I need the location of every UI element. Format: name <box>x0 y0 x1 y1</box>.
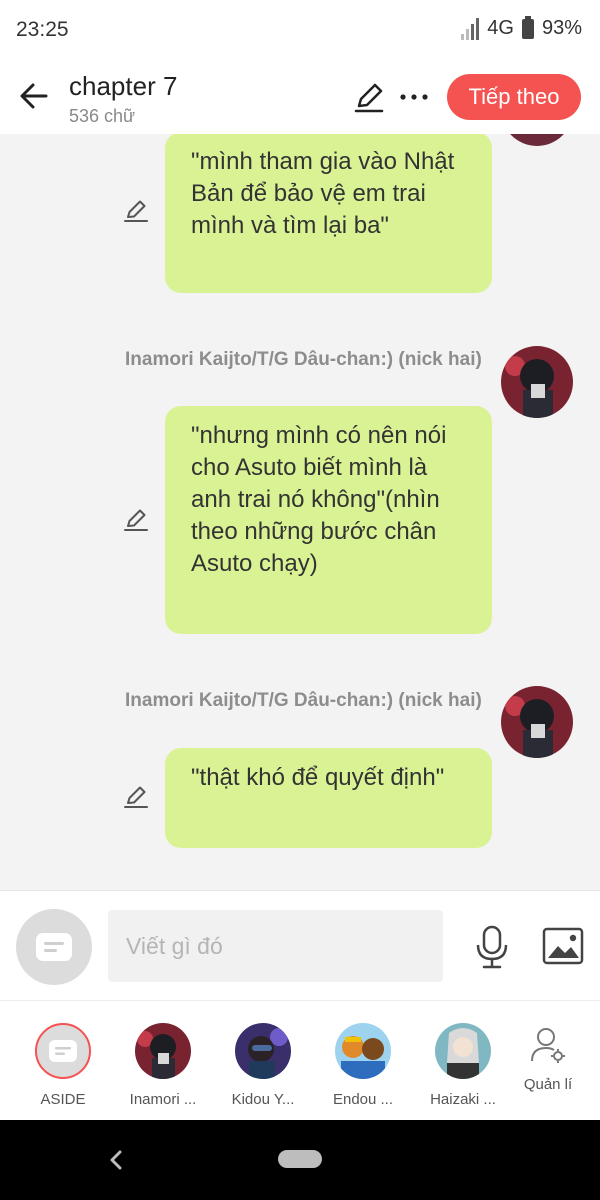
message-sender: Inamori Kaijto/T/G Dâu-chan:) (nick hai) <box>125 349 482 370</box>
character-name: ASIDE <box>40 1091 86 1108</box>
character-endou[interactable]: Endou ... <box>318 1023 408 1108</box>
more-options-icon[interactable] <box>398 80 430 114</box>
battery-icon <box>521 15 534 39</box>
status-indicators: 4G 93% <box>461 15 582 40</box>
avatar <box>235 1023 291 1079</box>
message-bubble[interactable]: "mình tham gia vào Nhật Bản để bảo vệ em… <box>165 134 492 293</box>
word-count: 536 chữ <box>69 106 136 126</box>
battery-level: 93% <box>541 17 582 39</box>
network-type: 4G <box>487 17 514 39</box>
signal-icon <box>461 17 480 40</box>
character-name: Endou ... <box>332 1091 394 1108</box>
avatar[interactable] <box>501 346 573 418</box>
message-bubble[interactable]: "nhưng mình có nên nói cho Asuto biết mì… <box>165 406 492 634</box>
avatar <box>501 134 573 146</box>
image-icon[interactable] <box>542 927 584 965</box>
message-sender: Inamori Kaijto/T/G Dâu-chan:) (nick hai) <box>125 690 482 711</box>
edit-message-icon[interactable] <box>123 507 149 533</box>
avatar <box>135 1023 191 1079</box>
edit-pencil-icon[interactable] <box>352 80 386 114</box>
page-title: chapter 7 <box>69 71 178 101</box>
edit-message-icon[interactable] <box>123 784 149 810</box>
next-chapter-button[interactable]: Tiếp theo <box>447 74 581 120</box>
manage-user-icon <box>531 1028 565 1063</box>
chat-area[interactable]: "mình tham gia vào Nhật Bản để bảo vệ em… <box>0 134 600 890</box>
chat-bubble-icon <box>36 933 72 961</box>
character-name: Haizaki ... <box>430 1091 496 1108</box>
character-name: Kidou Y... <box>231 1091 295 1108</box>
back-arrow-icon[interactable] <box>16 78 52 114</box>
message-bubble[interactable]: "thật khó để quyết định" <box>165 748 492 848</box>
nav-home-button[interactable] <box>278 1150 322 1168</box>
status-bar: 23:25 4G 93% <box>0 0 600 62</box>
manage-label: Quản lí <box>523 1076 573 1093</box>
character-aside[interactable]: ASIDE <box>18 1023 108 1108</box>
status-time: 23:25 <box>16 18 69 41</box>
character-inamori[interactable]: Inamori ... <box>118 1023 208 1108</box>
nav-back-icon[interactable] <box>104 1144 128 1176</box>
manage-characters-button[interactable]: Quản lí <box>518 1025 578 1093</box>
avatar <box>435 1023 491 1079</box>
edit-message-icon[interactable] <box>123 198 149 224</box>
character-name: Inamori ... <box>129 1091 197 1108</box>
avatar[interactable] <box>501 686 573 758</box>
avatar <box>335 1023 391 1079</box>
microphone-icon[interactable] <box>474 925 510 969</box>
character-kidou[interactable]: Kidou Y... <box>218 1023 308 1108</box>
chapter-header: chapter 7 536 chữ Tiếp theo <box>0 62 600 134</box>
system-nav-bar <box>0 1120 600 1200</box>
character-haizaki[interactable]: Haizaki ... <box>418 1023 508 1108</box>
aside-toggle-button[interactable] <box>16 909 92 985</box>
character-selector: ASIDE Inamori ... Kidou Y... Endou ... H… <box>0 1000 600 1120</box>
aside-avatar-icon <box>35 1023 91 1079</box>
message-input-bar <box>0 890 600 1000</box>
message-input[interactable] <box>108 910 443 982</box>
